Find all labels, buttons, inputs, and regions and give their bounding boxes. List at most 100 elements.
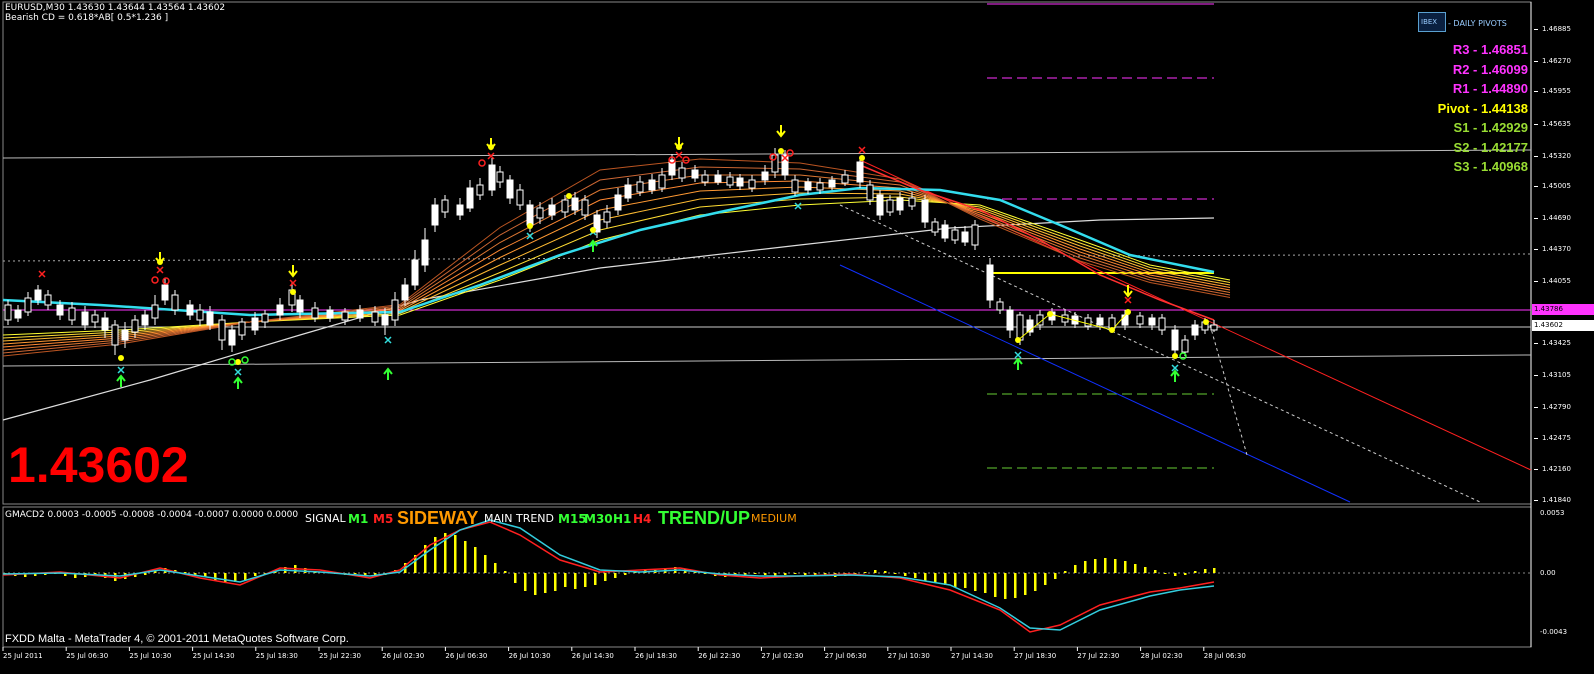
price-tick: 1.46270 [1542,57,1571,65]
candle-body [791,179,799,193]
macd-histogram-bar [944,573,947,585]
macd-histogram-bar [924,573,927,581]
macd-histogram-bar [504,571,507,573]
macd-histogram-bar [514,573,517,583]
candle-body [496,171,504,183]
candle-body [816,182,824,191]
candle-body [886,199,894,213]
candle-body [996,301,1004,311]
daily-pivots-logo: IBEX - DAILY PIVOTS [1418,12,1528,32]
candle-body [14,309,22,319]
candle-body [536,207,544,219]
price-tick-mark [1534,91,1538,92]
macd-histogram-bar [584,573,587,587]
candle-body [1096,317,1104,326]
candle-body [171,294,179,311]
signal-cross-icon [794,202,802,210]
candle-body [431,204,439,226]
signal-ring-icon [786,149,794,157]
candle-body [736,177,744,187]
macd-histogram-bar [254,573,257,576]
trend-up-label: TREND/UP [658,508,751,528]
macd-histogram-bar [1134,564,1137,573]
main-trend-label: MAIN TREND [484,512,554,525]
candle-body [371,311,379,323]
signal-dot-icon [778,148,784,154]
price-tick: 1.45955 [1542,87,1571,95]
price-tick-mark [1534,249,1538,250]
candle-body [951,229,959,241]
m30-label: M30 [584,512,613,526]
logo-icon: IBEX [1418,12,1446,32]
candle-body [624,184,632,199]
macd-histogram-bar [1124,561,1127,573]
dotted-projection [1209,324,1248,456]
sell-arrow-icon [288,265,298,278]
time-tick: 26 Jul 06:30 [445,652,488,660]
candle-body [526,204,534,226]
candle-body [548,204,556,216]
price-tick: 1.44370 [1542,245,1571,253]
candle-body [151,304,159,319]
macd-histogram-bar [354,573,357,574]
candle-body [714,174,722,183]
signal-cross-icon [38,270,46,278]
time-tick: 28 Jul 02:30 [1140,652,1183,660]
price-tick-mark [1534,156,1538,157]
m5-label: M5 [373,512,394,526]
price-tick: 1.44055 [1542,277,1571,285]
signal-ring-icon [478,159,486,167]
macd-histogram-bar [464,541,467,573]
candle-body [636,181,644,193]
price-chart-area[interactable] [0,0,1594,674]
candle-body [748,179,756,189]
candle-body [34,289,42,301]
pivot-price-tag: 1.43786 [1532,304,1594,315]
candle-body [111,324,119,346]
macd-histogram-bar [1164,573,1167,574]
price-tick-mark [1534,438,1538,439]
time-tick: 26 Jul 18:30 [635,652,677,660]
candle-body [44,294,52,306]
candle-body [876,194,884,216]
candle-body [986,264,994,301]
macd-histogram-bar [494,563,497,573]
macd-histogram-bar [1084,561,1087,573]
candle-body [941,224,949,239]
signal-cross-icon [487,152,495,160]
pivot-level-4: S1 - 1.42929 [1453,120,1528,135]
pivot-level-0: R3 - 1.46851 [1452,42,1528,57]
signal-dot-icon [527,223,533,229]
buy-arrow-icon [383,367,393,380]
macd-histogram-bar [604,573,607,581]
price-tick-mark [1534,500,1538,501]
candle-body [866,184,874,201]
macd-histogram-bar [1054,573,1057,579]
candle-body [456,204,464,216]
candle-body [1136,315,1144,325]
macd-histogram-bar [1204,569,1207,573]
candle-body [228,329,236,346]
candle-body [206,311,214,326]
price-tick-mark [1534,186,1538,187]
macd-histogram-bar [1004,573,1007,599]
candle-body [726,176,734,186]
h1-label: H1 [613,512,632,526]
macd-histogram-bar [1064,571,1067,573]
signal-cross-icon [234,368,242,376]
indicator-axis-top: 0.0053 [1540,509,1565,517]
macd-histogram-bar [864,572,867,573]
logo-mark: IBEX [1421,18,1438,26]
price-tick-mark [1534,61,1538,62]
macd-histogram-bar [574,573,577,589]
candle-body [1158,317,1166,331]
price-axis: 1.46885 1.46270 1.45955 1.45635 1.45320 1.450… [1534,0,1594,504]
medium-label: MEDIUM [751,512,797,525]
price-tick: 1.46885 [1542,25,1571,33]
candle-body [141,314,149,326]
candle-body [648,179,656,191]
sell-arrow-icon [776,125,786,138]
logo-label: - DAILY PIVOTS [1448,19,1507,28]
macd-histogram-bar [1104,558,1107,573]
signal-dot-icon [290,289,296,295]
